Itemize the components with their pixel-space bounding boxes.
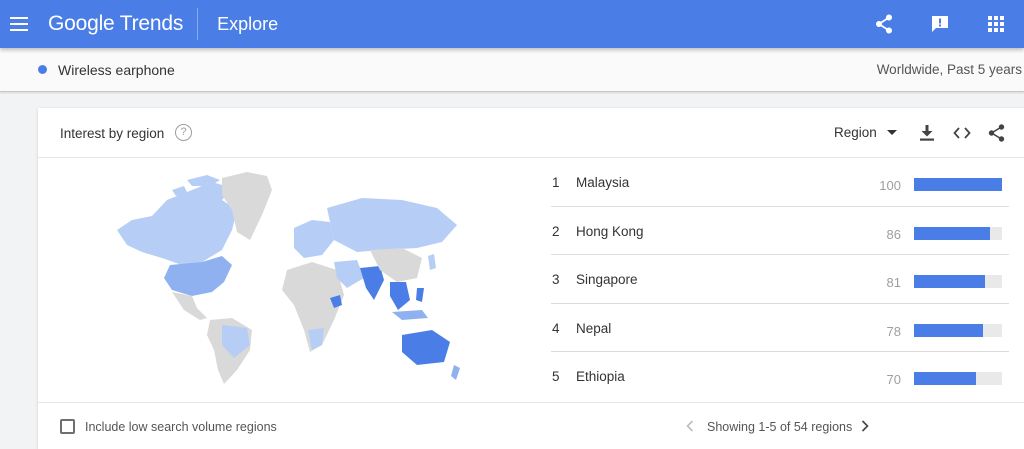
region-name[interactable]: Malaysia <box>576 175 629 190</box>
map-region-southeast-asia[interactable] <box>390 282 410 310</box>
apps-grid-icon <box>988 16 1004 32</box>
region-ranking-list: 1 Malaysia 100 2 Hong Kong 86 3 Singapor… <box>551 158 1009 401</box>
chevron-left-icon <box>686 420 694 432</box>
share-icon <box>988 124 1004 142</box>
map-region-europe[interactable] <box>294 220 334 258</box>
region-name[interactable]: Nepal <box>576 321 611 336</box>
interest-bar-track <box>914 178 1002 191</box>
map-region-new-zealand[interactable] <box>451 365 460 380</box>
world-map[interactable] <box>72 170 462 390</box>
apps-button[interactable] <box>968 0 1024 48</box>
card-title: Interest by region <box>60 126 165 141</box>
card-header: Interest by region ? Region <box>38 108 1024 158</box>
ranking-row[interactable]: 1 Malaysia 100 <box>551 158 1009 207</box>
share-icon <box>876 14 892 34</box>
search-term-label[interactable]: Wireless earphone <box>58 62 175 78</box>
chevron-right-icon <box>861 420 869 432</box>
interest-bar-track <box>914 372 1002 385</box>
previous-page-button[interactable] <box>682 417 698 435</box>
app-bar: Google Trends Explore <box>0 0 1024 48</box>
low-volume-checkbox-label[interactable]: Include low search volume regions <box>85 420 277 434</box>
rank-number: 4 <box>552 320 560 336</box>
interest-value: 100 <box>879 178 901 193</box>
map-region-indonesia[interactable] <box>392 310 428 320</box>
google-trends-logo[interactable]: Google Trends <box>48 12 183 36</box>
embed-code-icon <box>953 127 971 139</box>
rank-number: 2 <box>552 223 560 239</box>
header-divider <box>197 8 199 40</box>
rank-number: 5 <box>552 369 560 384</box>
term-color-dot <box>38 65 47 74</box>
search-term-bar: Wireless earphone Worldwide, Past 5 year… <box>0 48 1024 92</box>
ranking-row[interactable]: 2 Hong Kong 86 <box>551 207 1009 255</box>
card-share-button[interactable] <box>985 122 1007 144</box>
menu-icon <box>10 17 28 31</box>
download-button[interactable] <box>916 122 938 144</box>
interest-bar-track <box>914 275 1002 288</box>
region-name[interactable]: Hong Kong <box>576 224 644 239</box>
download-icon <box>920 125 934 141</box>
interest-value: 78 <box>886 323 901 339</box>
interest-bar-fill <box>914 178 1002 191</box>
map-region-russia[interactable] <box>327 198 457 252</box>
pagination-status: Showing 1-5 of 54 regions <box>707 420 853 434</box>
help-icon[interactable]: ? <box>175 124 192 141</box>
ranking-row[interactable]: 5 Ethiopia 70 <box>551 352 1009 401</box>
interest-bar-track <box>914 226 1002 240</box>
rank-number: 1 <box>552 175 560 190</box>
interest-bar-fill <box>914 275 986 288</box>
feedback-button[interactable] <box>912 0 968 48</box>
resolution-dropdown-value: Region <box>834 125 877 140</box>
region-name[interactable]: Singapore <box>576 272 638 287</box>
menu-button[interactable] <box>4 0 34 48</box>
ranking-row[interactable]: 4 Nepal 78 <box>551 304 1009 352</box>
region-name[interactable]: Ethiopia <box>576 369 625 384</box>
interest-bar-track <box>914 323 1002 337</box>
map-region-australia[interactable] <box>402 330 450 365</box>
interest-bar-fill <box>914 372 976 385</box>
rank-number: 3 <box>552 272 560 287</box>
map-region-india[interactable] <box>360 266 384 300</box>
interest-value: 70 <box>886 372 901 387</box>
share-button[interactable] <box>856 0 912 48</box>
interest-value: 81 <box>886 275 901 290</box>
ranking-row[interactable]: 3 Singapore 81 <box>551 255 1009 304</box>
map-region-mexico[interactable] <box>172 292 207 320</box>
search-scope: Worldwide, Past 5 years <box>876 62 1022 77</box>
map-region-philippines[interactable] <box>416 288 424 302</box>
resolution-dropdown[interactable]: Region <box>834 125 897 140</box>
next-page-button[interactable] <box>857 417 873 435</box>
map-region-japan[interactable] <box>428 254 436 270</box>
interest-value: 86 <box>886 226 901 242</box>
interest-bar-fill <box>914 226 990 240</box>
low-volume-checkbox[interactable] <box>60 419 75 434</box>
card-footer: Include low search volume regions Showin… <box>38 402 1024 449</box>
embed-button[interactable] <box>951 122 973 144</box>
feedback-icon <box>932 16 948 32</box>
page-title: Explore <box>217 13 279 34</box>
interest-bar-fill <box>914 323 983 337</box>
dropdown-caret-icon <box>886 130 897 135</box>
